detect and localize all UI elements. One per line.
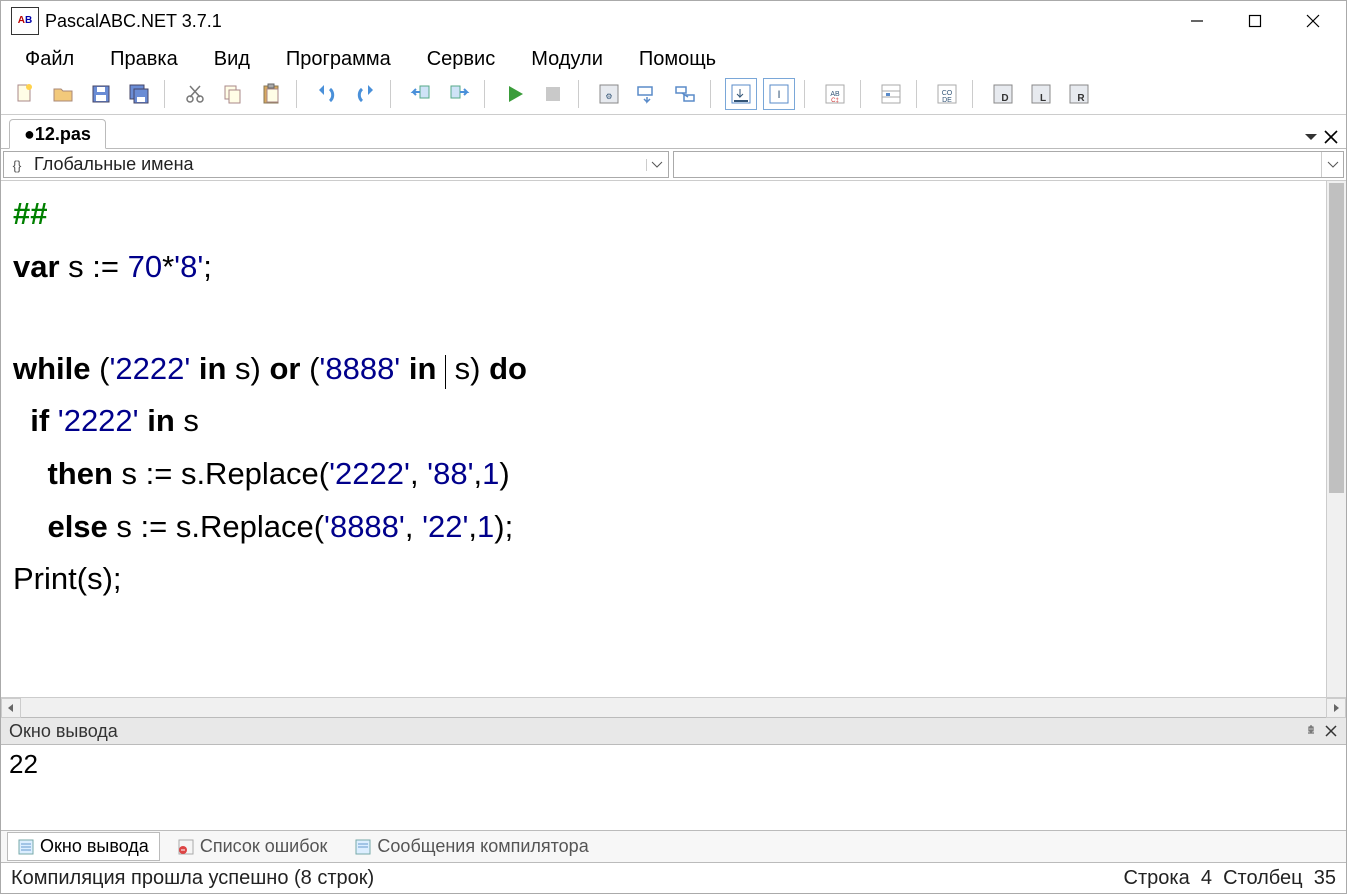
designer-r-button[interactable]: R bbox=[1063, 78, 1095, 110]
save-button[interactable] bbox=[85, 78, 117, 110]
cursor-position: Строка 4 Столбец 35 bbox=[1124, 867, 1336, 890]
nav-back-button[interactable] bbox=[405, 78, 437, 110]
designer-l-button[interactable]: L bbox=[1025, 78, 1057, 110]
undo-button[interactable] bbox=[311, 78, 343, 110]
svg-text:R: R bbox=[1077, 93, 1085, 104]
list-icon bbox=[18, 839, 34, 855]
svg-text:L: L bbox=[1040, 93, 1046, 104]
menu-file[interactable]: Файл bbox=[19, 46, 80, 73]
save-all-button[interactable] bbox=[123, 78, 155, 110]
step-into-button[interactable] bbox=[631, 78, 663, 110]
toolbar: ⚙ I ABC‡ CODE D L R bbox=[1, 73, 1346, 115]
menu-program[interactable]: Программа bbox=[280, 46, 397, 73]
svg-text:AB: AB bbox=[830, 91, 840, 98]
nav-forward-button[interactable] bbox=[443, 78, 475, 110]
file-tab[interactable]: ●12.pas bbox=[9, 119, 106, 149]
svg-text:D: D bbox=[1001, 93, 1008, 104]
output-title: Окно вывода bbox=[9, 721, 118, 742]
code-view-button[interactable]: CODE bbox=[931, 78, 963, 110]
pin-icon[interactable] bbox=[1304, 724, 1318, 738]
scroll-left-icon[interactable] bbox=[1, 698, 21, 718]
svg-text:{}: {} bbox=[13, 158, 22, 173]
scope-label: Глобальные имена bbox=[30, 154, 646, 175]
chevron-down-icon[interactable] bbox=[1321, 152, 1343, 177]
menu-service[interactable]: Сервис bbox=[421, 46, 502, 73]
app-icon: AB bbox=[11, 7, 39, 35]
format-code-button[interactable]: ABC‡ bbox=[819, 78, 851, 110]
toggle-panel-2-button[interactable]: I bbox=[763, 78, 795, 110]
vertical-scrollbar[interactable] bbox=[1326, 181, 1346, 697]
tab-menu-icon[interactable] bbox=[1304, 130, 1318, 144]
error-list-icon bbox=[178, 839, 194, 855]
tab-close-icon[interactable] bbox=[1324, 130, 1338, 144]
svg-text:⚙: ⚙ bbox=[605, 92, 612, 101]
svg-text:C‡: C‡ bbox=[831, 98, 839, 104]
maximize-button[interactable] bbox=[1226, 1, 1284, 41]
cut-button[interactable] bbox=[179, 78, 211, 110]
status-bar: Компиляция прошла успешно (8 строк) Стро… bbox=[1, 863, 1346, 893]
braces-icon: {} bbox=[4, 156, 30, 174]
close-window-button[interactable] bbox=[1284, 1, 1342, 41]
tab-errors[interactable]: Список ошибок bbox=[168, 833, 338, 860]
tab-compiler-messages[interactable]: Сообщения компилятора bbox=[345, 833, 598, 860]
horizontal-scrollbar[interactable] bbox=[1, 697, 1346, 717]
menu-help[interactable]: Помощь bbox=[633, 46, 722, 73]
minimize-button[interactable] bbox=[1168, 1, 1226, 41]
designer-d-button[interactable]: D bbox=[987, 78, 1019, 110]
copy-button[interactable] bbox=[217, 78, 249, 110]
close-panel-icon[interactable] bbox=[1324, 724, 1338, 738]
member-dropdown[interactable] bbox=[673, 151, 1344, 178]
redo-button[interactable] bbox=[349, 78, 381, 110]
svg-text:CO: CO bbox=[942, 90, 953, 97]
step-over-button[interactable] bbox=[669, 78, 701, 110]
code-editor[interactable]: ## var s := 70*'8'; while ('2222' in s) … bbox=[1, 181, 1346, 697]
window-title: PascalABC.NET 3.7.1 bbox=[45, 11, 222, 32]
file-tab-strip: ●12.pas bbox=[1, 115, 1346, 149]
menu-modules[interactable]: Модули bbox=[525, 46, 609, 73]
scroll-right-icon[interactable] bbox=[1326, 698, 1346, 718]
output-text: 22 bbox=[9, 749, 38, 779]
stop-button[interactable] bbox=[537, 78, 569, 110]
open-file-button[interactable] bbox=[47, 78, 79, 110]
bottom-tabs: Окно вывода Список ошибок Сообщения комп… bbox=[1, 831, 1346, 863]
panel-layout-button[interactable] bbox=[875, 78, 907, 110]
run-button[interactable] bbox=[499, 78, 531, 110]
chevron-down-icon[interactable] bbox=[646, 159, 668, 171]
paste-button[interactable] bbox=[255, 78, 287, 110]
svg-text:DE: DE bbox=[942, 97, 952, 104]
svg-text:I: I bbox=[777, 89, 780, 101]
tab-output[interactable]: Окно вывода bbox=[7, 832, 160, 861]
scope-dropdown[interactable]: {} Глобальные имена bbox=[3, 151, 669, 178]
new-file-button[interactable] bbox=[9, 78, 41, 110]
output-header: Окно вывода bbox=[1, 717, 1346, 745]
messages-icon bbox=[355, 839, 371, 855]
menu-view[interactable]: Вид bbox=[208, 46, 256, 73]
output-panel[interactable]: 22 bbox=[1, 745, 1346, 831]
menu-bar: Файл Правка Вид Программа Сервис Модули … bbox=[1, 41, 1346, 73]
nav-row: {} Глобальные имена bbox=[1, 149, 1346, 181]
status-message: Компиляция прошла успешно (8 строк) bbox=[11, 867, 374, 890]
toggle-panel-1-button[interactable] bbox=[725, 78, 757, 110]
compile-button[interactable]: ⚙ bbox=[593, 78, 625, 110]
menu-edit[interactable]: Правка bbox=[104, 46, 184, 73]
editor-wrap: ## var s := 70*'8'; while ('2222' in s) … bbox=[1, 181, 1346, 717]
title-bar: AB PascalABC.NET 3.7.1 bbox=[1, 1, 1346, 41]
